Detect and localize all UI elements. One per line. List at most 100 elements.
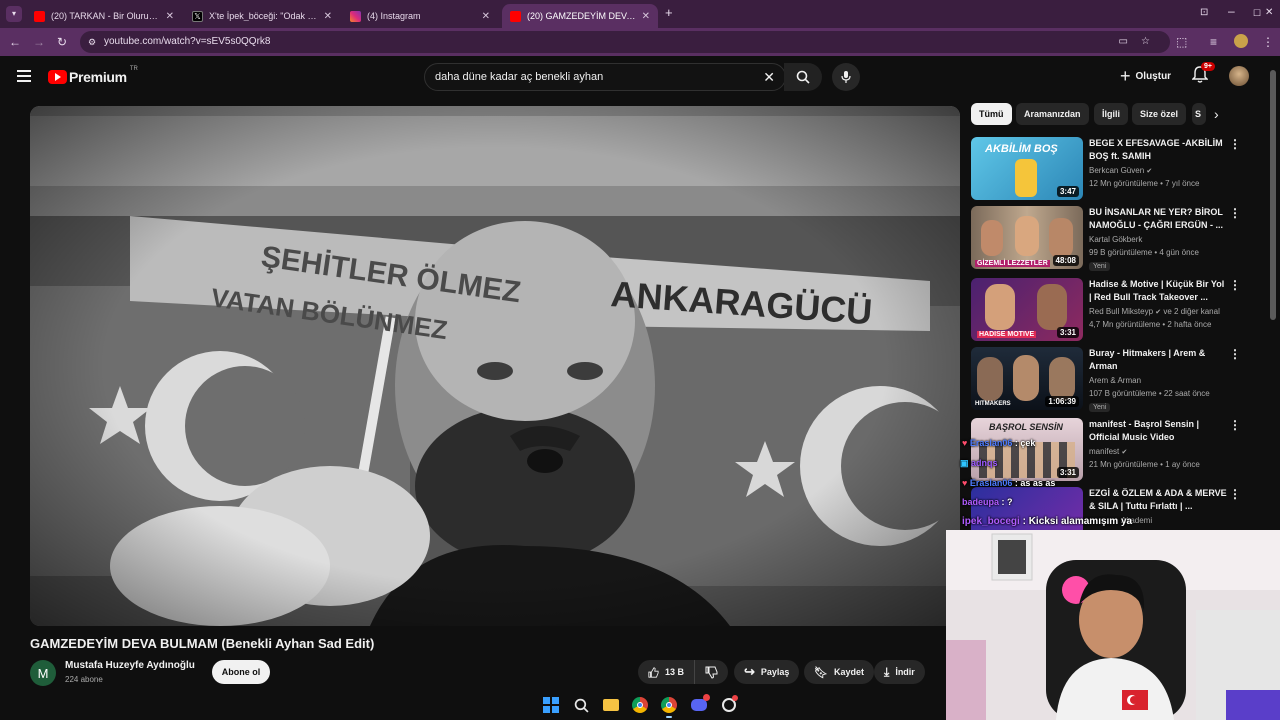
recommendation-item[interactable]: BAŞROL SENSİN 3:31 manifest - Başrol Sen…: [971, 418, 1261, 484]
rec-title[interactable]: manifest - Başrol Sensin | Official Musi…: [1089, 418, 1229, 444]
profile-avatar-icon[interactable]: [1234, 34, 1248, 48]
thumb-text: BAŞROL SENSİN: [989, 422, 1063, 432]
thumbs-down-icon: [705, 666, 718, 679]
rec-title[interactable]: Buray - Hitmakers | Arem & Arman: [1089, 347, 1229, 373]
close-tab-icon[interactable]: ✕: [642, 11, 650, 22]
video-player[interactable]: ŞEHİTLER ÖLMEZ VATAN BÖLÜNMEZ ANKARAGÜCÜ: [30, 106, 960, 626]
bookmark-star-icon[interactable]: ☆: [1141, 31, 1150, 53]
tab-overflow-icon[interactable]: ⊡: [1200, 6, 1208, 20]
tab-title: (20) TARKAN - Bir Oluruz Yolun: [51, 11, 160, 21]
file-explorer-icon[interactable]: [600, 694, 622, 716]
channel-name[interactable]: Mustafa Huzeyfe Aydınoğlu: [65, 660, 195, 671]
recommendation-item[interactable]: AKBİLİM BOŞ 3:47 BEGE X EFESAVAGE -AKBİL…: [971, 137, 1261, 203]
media-controls-icon[interactable]: ≡: [1210, 35, 1217, 49]
windows-start-icon[interactable]: [540, 694, 562, 716]
duration: 48:08: [1052, 255, 1079, 266]
more-actions-icon[interactable]: ⋮: [1229, 418, 1241, 432]
taskbar-search-icon[interactable]: [570, 694, 592, 716]
search-button[interactable]: [784, 63, 822, 91]
account-avatar[interactable]: [1229, 66, 1249, 86]
chip-for-you[interactable]: Size özel: [1132, 103, 1187, 125]
chat-user: Eraslan06: [969, 438, 1013, 448]
close-tab-icon[interactable]: ✕: [482, 11, 490, 22]
rec-title[interactable]: BU İNSANLAR NE YER? BİROL NAMOĞLU - ÇAĞR…: [1089, 206, 1229, 232]
more-actions-icon[interactable]: ⋮: [1229, 347, 1241, 361]
dislike-button[interactable]: [694, 660, 728, 684]
close-window-icon[interactable]: ✕: [1265, 6, 1273, 20]
rec-meta: 21 Mn görüntüleme • 1 ay önce: [1089, 460, 1200, 469]
thumbnail[interactable]: HITMAKERS 1:06:39: [971, 347, 1083, 410]
maximize-icon[interactable]: ☐: [1253, 6, 1261, 20]
rec-channel[interactable]: Red Bull Mikstеyp ✔ ve 2 diğer kanal: [1089, 307, 1220, 316]
rec-title[interactable]: Hadise & Motive | Küçük Bir Yol | Red Bu…: [1089, 278, 1229, 304]
share-button[interactable]: ↪ Paylaş: [734, 660, 800, 684]
duration: 1:06:39: [1045, 396, 1079, 407]
like-button[interactable]: 13 B: [638, 660, 694, 684]
thumbnail[interactable]: BAŞROL SENSİN 3:31: [971, 418, 1083, 481]
minimize-icon[interactable]: –: [1228, 4, 1235, 18]
discord-icon[interactable]: [688, 694, 710, 716]
back-icon[interactable]: ←: [9, 35, 21, 49]
bookmark-icon: 🔖︎: [814, 666, 828, 679]
thumbnail[interactable]: AKBİLİM BOŞ 3:47: [971, 137, 1083, 200]
chrome-icon[interactable]: [629, 694, 651, 716]
recommendation-item[interactable]: GİZEMLİ LEZZETLER 48:08 BU İNSANLAR NE Y…: [971, 206, 1261, 272]
clear-search-icon[interactable]: ✕: [763, 64, 775, 90]
site-info-icon[interactable]: ⚙: [88, 31, 96, 53]
voice-search-button[interactable]: [832, 63, 860, 91]
more-actions-icon[interactable]: ⋮: [1229, 278, 1241, 292]
rec-channel[interactable]: Arem & Arman: [1089, 376, 1141, 385]
new-badge: Yeni: [1089, 262, 1111, 271]
browser-tab[interactable]: (4) Instagram ✕: [342, 4, 498, 28]
rec-channel[interactable]: Kartal Gökberk: [1089, 235, 1142, 244]
rec-title[interactable]: BEGE X EFESAVAGE -AKBİLİM BOŞ ft. SAMIH: [1089, 137, 1229, 163]
verified-icon: ✔: [1146, 168, 1153, 175]
rec-title[interactable]: EZGİ & ÖZLEM & ADA & MERVE & SILA | Tutt…: [1089, 487, 1229, 513]
thumbnail[interactable]: GİZEMLİ LEZZETLER 48:08: [971, 206, 1083, 269]
cast-icon[interactable]: ▭: [1119, 31, 1128, 53]
page-scrollbar[interactable]: [1270, 70, 1276, 320]
create-button[interactable]: + Oluştur: [1120, 64, 1171, 88]
x-favicon-icon: 𝕏: [192, 10, 203, 22]
rec-channel[interactable]: manifest ✔: [1089, 447, 1127, 456]
browser-tab-active[interactable]: (20) GAMZEDEYİM DEVA BULM ✕: [502, 4, 658, 28]
new-tab-icon[interactable]: +: [665, 6, 673, 20]
thumbnail[interactable]: HADISE MOTIVE 3:31: [971, 278, 1083, 341]
more-actions-icon[interactable]: ⋮: [1229, 206, 1241, 220]
subscribe-button[interactable]: Abone ol: [212, 660, 270, 684]
youtube-logo[interactable]: Premium TR: [48, 66, 138, 86]
reload-icon[interactable]: ↻: [57, 35, 67, 49]
chrome-profile-icon[interactable]: [658, 694, 680, 718]
rec-channel[interactable]: Berkcan Güven ✔: [1089, 166, 1152, 175]
chip-all[interactable]: Tümü: [971, 103, 1012, 125]
chips-next-icon[interactable]: ›: [1214, 106, 1219, 122]
chip-from-searches[interactable]: Aramanızdan: [1016, 103, 1089, 125]
address-bar[interactable]: ⚙ youtube.com/watch?v=sEV5s0QQrk8 ▭ ☆: [80, 31, 1170, 53]
more-actions-icon[interactable]: ⋮: [1229, 137, 1241, 151]
subscriber-count: 224 abone: [65, 675, 103, 684]
more-actions-icon[interactable]: ⋮: [1229, 487, 1241, 501]
chip-more[interactable]: S: [1192, 103, 1206, 125]
search-input[interactable]: daha düne kadar aç benekli ayhan ✕: [424, 63, 786, 91]
close-tab-icon[interactable]: ✕: [166, 11, 174, 22]
recommendation-item[interactable]: HITMAKERS 1:06:39 Buray - Hitmakers | Ar…: [971, 347, 1261, 413]
plus-icon: +: [1120, 65, 1131, 86]
tab-search-chevron-icon[interactable]: ▾: [6, 6, 22, 22]
app-icon[interactable]: [718, 694, 740, 716]
forward-icon[interactable]: →: [33, 35, 45, 49]
download-button[interactable]: ⤓ İndir: [874, 660, 925, 684]
notifications-button[interactable]: 9+: [1191, 62, 1215, 86]
browser-menu-icon[interactable]: ⋮: [1262, 35, 1274, 49]
close-tab-icon[interactable]: ✕: [324, 11, 332, 22]
recommendation-item[interactable]: HADISE MOTIVE 3:31 Hadise & Motive | Küç…: [971, 278, 1261, 344]
browser-toolbar: ← → ↻ ⚙ youtube.com/watch?v=sEV5s0QQrk8 …: [0, 28, 1280, 56]
browser-tab[interactable]: (20) TARKAN - Bir Oluruz Yolun ✕: [26, 4, 182, 28]
browser-tab[interactable]: 𝕏 X'te İpek_böceği: "Odak çorapl ✕: [184, 4, 340, 28]
chip-related[interactable]: İlgili: [1094, 103, 1128, 125]
search-icon: [796, 70, 810, 84]
chat-badge-icon: ▣: [960, 458, 969, 468]
save-button[interactable]: 🔖︎ Kaydet: [804, 660, 874, 684]
extensions-icon[interactable]: ⬚: [1176, 35, 1187, 49]
hamburger-menu-icon[interactable]: [17, 70, 31, 82]
channel-avatar[interactable]: M: [30, 660, 56, 686]
